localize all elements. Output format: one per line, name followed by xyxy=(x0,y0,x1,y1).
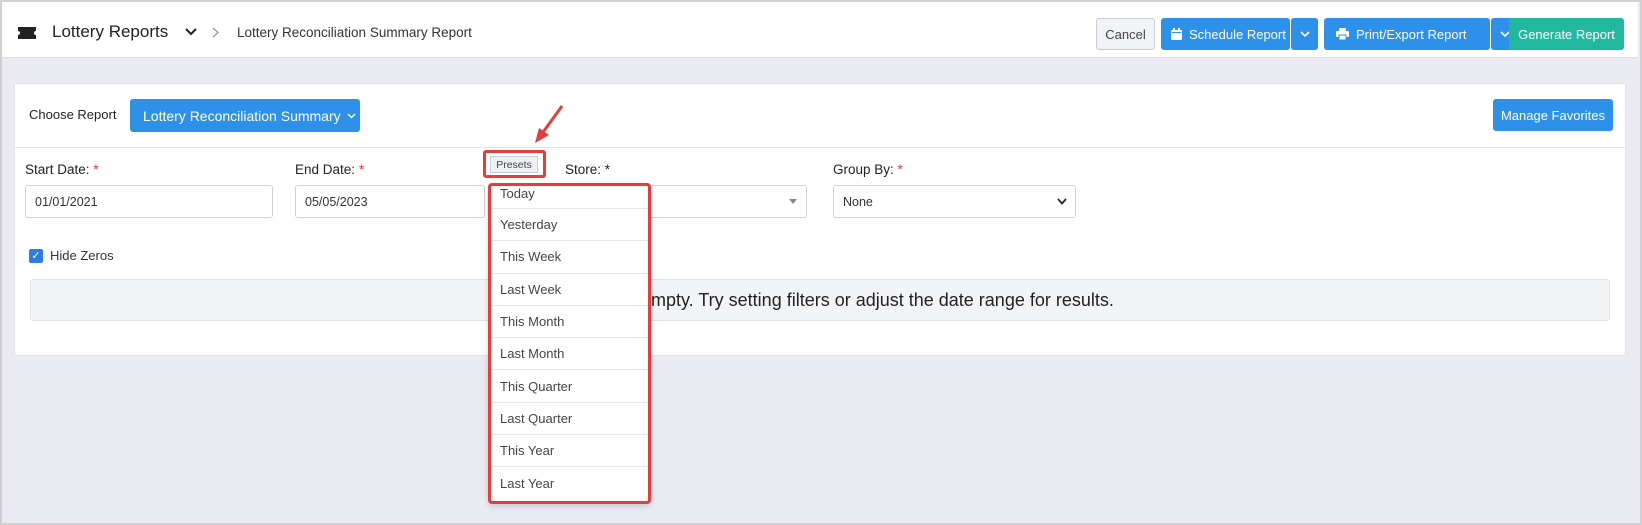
app-title[interactable]: Lottery Reports xyxy=(52,22,168,42)
end-date-input[interactable]: 05/05/2023 xyxy=(295,185,485,218)
caret-down-icon xyxy=(789,199,797,204)
end-date-label: End Date: * xyxy=(295,162,365,177)
cancel-label: Cancel xyxy=(1105,26,1146,42)
chevron-down-icon xyxy=(1057,198,1067,205)
store-select[interactable]: l xyxy=(635,185,807,218)
chevron-down-icon[interactable] xyxy=(185,28,197,36)
preset-option[interactable]: Last Year xyxy=(491,467,648,499)
chevron-down-icon xyxy=(1499,31,1510,37)
chevron-right-icon xyxy=(212,27,219,38)
schedule-report-label: Schedule Report xyxy=(1189,26,1286,42)
ticket-icon xyxy=(18,27,36,39)
report-select-value: Lottery Reconciliation Summary xyxy=(143,107,341,124)
report-select-dropdown[interactable]: Lottery Reconciliation Summary xyxy=(130,99,360,132)
presets-label: Presets xyxy=(490,156,538,173)
preset-option[interactable]: This Month xyxy=(491,306,648,339)
presets-menu: Today Yesterday This Week Last Week This Mon… xyxy=(488,183,651,504)
print-export-label: Print/Export Report xyxy=(1356,26,1467,42)
store-label: Store: * xyxy=(565,162,611,177)
annotation-arrow-icon xyxy=(535,105,564,143)
preset-option[interactable]: This Week xyxy=(491,241,648,274)
generate-report-label: Generate Report xyxy=(1518,26,1615,42)
group-by-select[interactable]: None xyxy=(833,185,1076,218)
manage-favorites-button[interactable]: Manage Favorites xyxy=(1493,99,1613,131)
presets-button[interactable]: Presets xyxy=(483,150,546,178)
breadcrumb: Lottery Reconciliation Summary Report xyxy=(237,25,472,40)
divider xyxy=(15,147,1625,148)
group-by-value: None xyxy=(843,194,873,209)
preset-option[interactable]: Yesterday xyxy=(491,209,648,242)
chevron-down-icon xyxy=(347,112,356,119)
preset-option[interactable]: Last Quarter xyxy=(491,403,648,436)
group-by-label: Group By: * xyxy=(833,162,903,177)
cancel-button[interactable]: Cancel xyxy=(1096,18,1155,50)
choose-report-label: Choose Report xyxy=(29,107,117,122)
empty-message: mpty. Try setting filters or adjust the … xyxy=(651,290,1114,310)
preset-option[interactable]: This Quarter xyxy=(491,370,648,403)
preset-option[interactable]: Last Week xyxy=(491,274,648,306)
printer-icon xyxy=(1336,28,1349,40)
preset-option[interactable]: This Year xyxy=(491,435,648,468)
preset-option[interactable]: Today xyxy=(491,186,648,209)
hide-zeros-toggle[interactable]: ✓ Hide Zeros xyxy=(29,248,114,263)
top-header: Lottery Reports Lottery Reconciliation S… xyxy=(2,2,1638,58)
end-date-value: 05/05/2023 xyxy=(305,194,368,209)
chevron-down-icon xyxy=(1299,31,1310,37)
checkbox[interactable]: ✓ xyxy=(29,248,43,263)
start-date-input[interactable]: 01/01/2021 xyxy=(25,185,273,218)
calendar-icon xyxy=(1171,28,1182,40)
schedule-report-dropdown[interactable] xyxy=(1291,18,1318,50)
report-card: Choose Report Lottery Reconciliation Sum… xyxy=(14,83,1626,356)
manage-favorites-label: Manage Favorites xyxy=(1500,107,1606,123)
print-export-button[interactable]: Print/Export Report xyxy=(1324,18,1490,50)
start-date-value: 01/01/2021 xyxy=(35,194,98,209)
preset-option[interactable]: Last Month xyxy=(491,338,648,371)
hide-zeros-label: Hide Zeros xyxy=(50,248,114,263)
empty-state: mpty. Try setting filters or adjust the … xyxy=(30,279,1610,321)
schedule-report-button[interactable]: Schedule Report xyxy=(1161,18,1290,50)
start-date-label: Start Date: * xyxy=(25,162,99,177)
generate-report-button[interactable]: Generate Report xyxy=(1509,18,1624,50)
